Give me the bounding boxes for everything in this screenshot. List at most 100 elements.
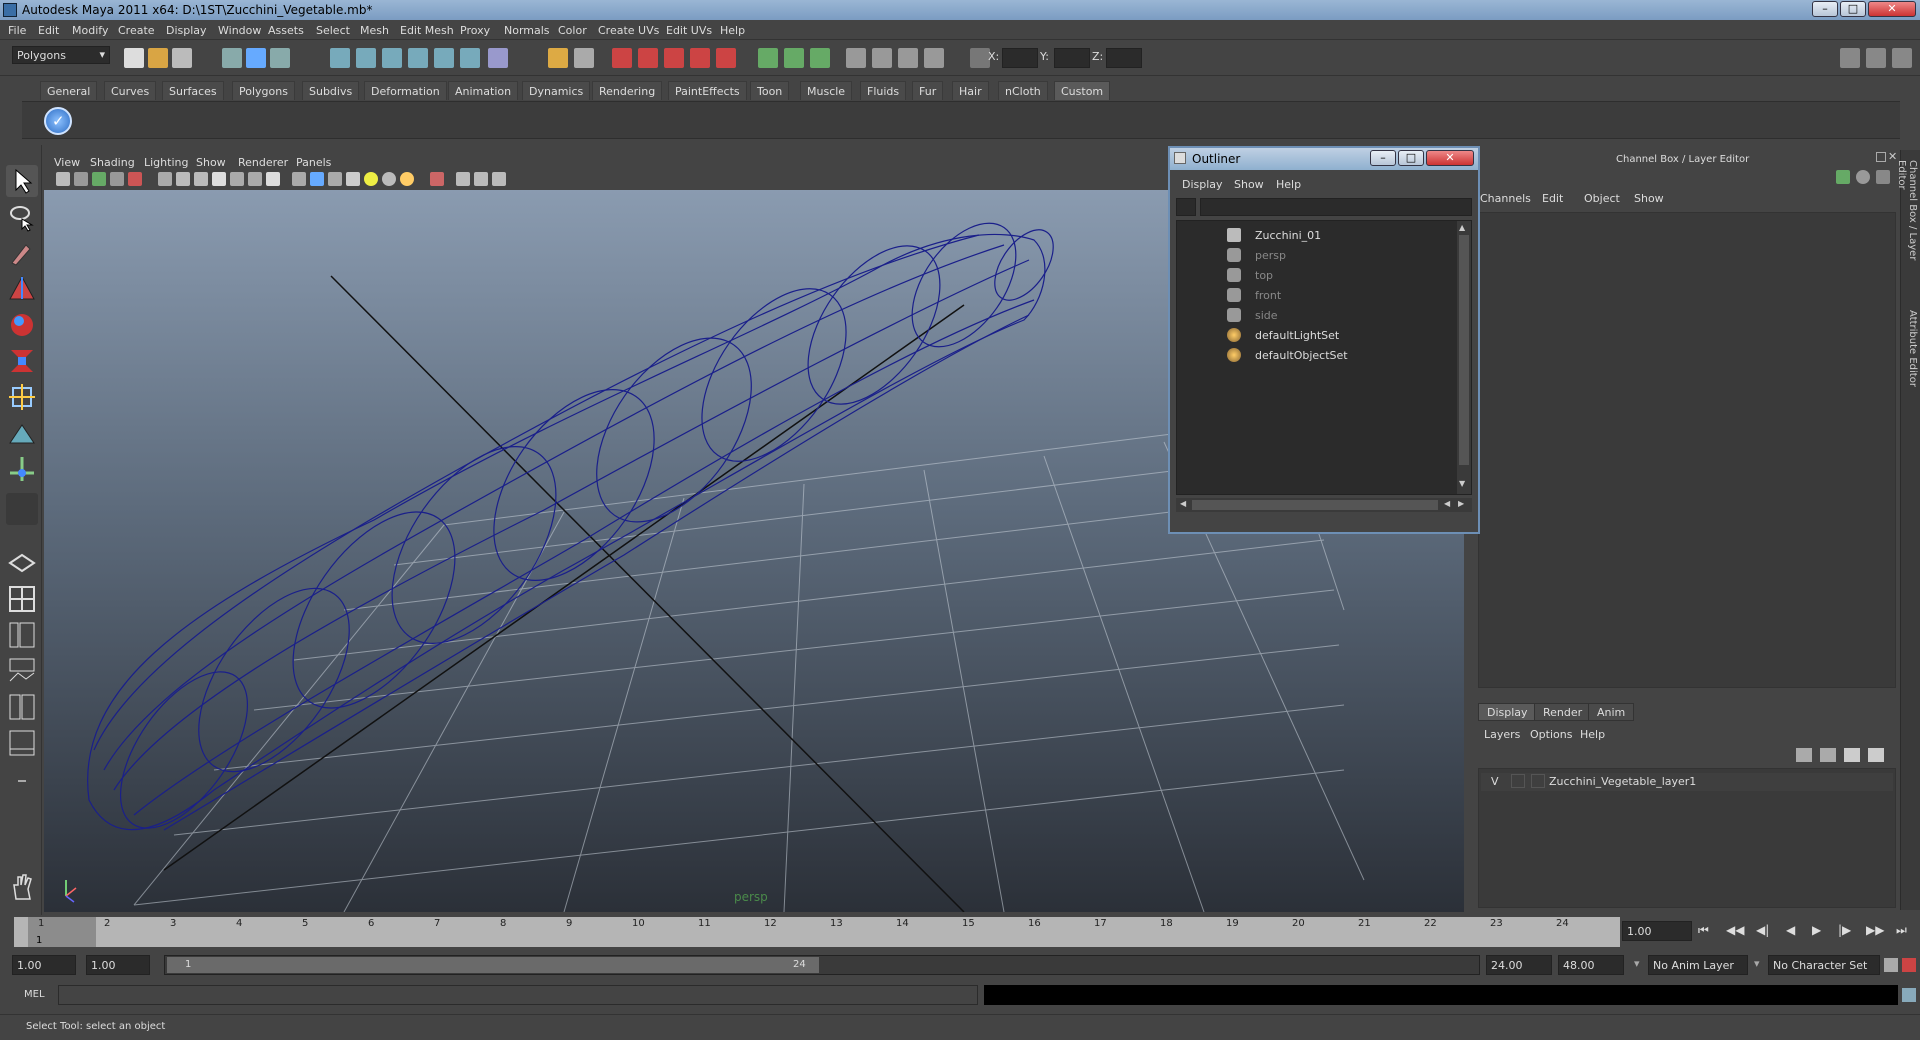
scroll-thumb[interactable] [1459,235,1469,465]
menu-create-uvs[interactable]: Create UVs [598,24,659,37]
soft-modification-tool-icon[interactable] [6,417,38,449]
maximize-button[interactable]: □ [1840,1,1866,17]
wireframe-on-shaded-icon[interactable] [328,172,342,186]
camera-select-icon[interactable] [56,172,70,186]
open-scene-icon[interactable] [148,48,168,68]
shelf-tab-surfaces[interactable]: Surfaces [162,81,224,100]
smooth-shade-icon[interactable] [310,172,324,186]
rotate-tool-icon[interactable] [6,309,38,341]
close-button[interactable]: ✕ [1868,1,1916,17]
transform-mode-icon[interactable] [970,48,990,68]
grid-icon[interactable] [158,172,172,186]
shelf-tab-curves[interactable]: Curves [104,81,157,100]
shelf-tab-polygons[interactable]: Polygons [232,81,295,100]
scale-tool-icon[interactable] [6,345,38,377]
outliner-close-button[interactable]: ✕ [1426,150,1474,166]
safe-action-icon[interactable] [248,172,262,186]
step-back-key-icon[interactable]: ◀| [1756,923,1769,937]
snap-curve-icon[interactable] [356,48,376,68]
shelf-tab-deformation[interactable]: Deformation [364,81,447,100]
shadows-icon[interactable] [400,172,414,186]
wireframe-icon[interactable] [292,172,306,186]
command-language-label[interactable]: MEL [24,989,45,1000]
shelf-tab-hair[interactable]: Hair [952,81,989,100]
render-settings-icon[interactable] [664,48,684,68]
outliner-search-field[interactable] [1200,198,1472,216]
all-lights-icon[interactable] [382,172,396,186]
menu-set-dropdown[interactable]: Polygons ▾ [12,46,110,64]
shelf-tab-muscle[interactable]: Muscle [800,81,853,100]
more-layouts-icon[interactable] [6,765,38,797]
channel-list-area[interactable] [1478,212,1896,688]
z-field[interactable] [1106,48,1142,68]
viewport-menu-show[interactable]: Show [196,156,226,169]
range-handle[interactable]: 1 24 [167,957,819,973]
layout-three-icon[interactable] [1892,48,1912,68]
xray-joints-icon[interactable] [474,172,488,186]
outliner-menu-display[interactable]: Display [1182,178,1223,191]
isolate-select-icon[interactable] [430,172,444,186]
outliner-filter-icon[interactable] [1176,198,1196,216]
default-lighting-icon[interactable] [364,172,378,186]
four-pane-layout-icon[interactable] [6,583,38,615]
help-menu[interactable]: Help [1580,728,1605,741]
layer-name[interactable]: Zucchini_Vegetable_layer1 [1549,775,1696,788]
outliner-maximize-button[interactable]: □ [1398,150,1424,166]
outliner-item-persp[interactable]: persp [1177,245,1457,265]
shelf-tab-subdivs[interactable]: Subdivs [302,81,360,100]
outliner-horizontal-scrollbar[interactable]: ◀ ◀ ▶ [1176,498,1472,512]
shelf-tab-custom[interactable]: Custom [1054,81,1111,100]
checkmark-icon[interactable]: ✓ [44,107,72,135]
last-tool-icon[interactable] [6,453,38,485]
playback-end-field[interactable]: 24.00 [1486,955,1552,975]
play-forwards-icon[interactable]: ▶ [1812,923,1821,937]
viewport-menu-panels[interactable]: Panels [296,156,331,169]
script-editor-icon[interactable] [1902,988,1916,1002]
outliner-menu-show[interactable]: Show [1234,178,1264,191]
menu-mesh[interactable]: Mesh [360,24,389,37]
outliner-item-default-light-set[interactable]: defaultLightSet [1177,325,1457,345]
help-icon[interactable] [488,48,508,68]
select-object-icon[interactable] [246,48,266,68]
show-menu[interactable]: Show [1634,192,1664,205]
side-tab-attribute-editor[interactable]: Attribute Editor [1904,310,1918,400]
viewport-menu-renderer[interactable]: Renderer [238,156,288,169]
edit-menu[interactable]: Edit [1542,192,1563,205]
image-plane-icon[interactable] [110,172,124,186]
character-set-chevron-icon[interactable]: ▾ [1754,957,1760,970]
layer-visibility-toggle[interactable]: V [1491,775,1499,788]
command-input[interactable] [58,985,978,1005]
scroll-right-icon[interactable]: ▶ [1458,499,1464,508]
outliner-item-side[interactable]: side [1177,305,1457,325]
scroll-left-icon[interactable]: ◀ [1180,499,1186,508]
layout-icon[interactable] [1840,48,1860,68]
new-scene-icon[interactable] [124,48,144,68]
snap-point-icon[interactable] [382,48,402,68]
menu-color[interactable]: Color [558,24,587,37]
time-slider[interactable]: 1 1 2 3 4 5 6 7 8 9 10 11 12 13 14 15 16… [0,915,1920,949]
display-icon[interactable] [1856,170,1870,184]
manipulator-tool-icon[interactable] [6,381,38,413]
menu-edit-uvs[interactable]: Edit UVs [666,24,712,37]
pen-icon[interactable] [1876,170,1890,184]
menu-help[interactable]: Help [720,24,745,37]
time-ruler[interactable]: 1 1 2 3 4 5 6 7 8 9 10 11 12 13 14 15 16… [14,917,1620,947]
textured-icon[interactable] [346,172,360,186]
show-hide-tool-settings-icon[interactable] [784,48,804,68]
menu-modify[interactable]: Modify [72,24,108,37]
options-menu[interactable]: Options [1530,728,1572,741]
outliner-persp-layout-icon[interactable] [6,619,38,651]
new-layer-selected-icon[interactable] [1820,748,1836,762]
menu-normals[interactable]: Normals [504,24,550,37]
go-to-end-icon[interactable]: ⏭ [1896,923,1907,938]
outliner-item-top[interactable]: top [1177,265,1457,285]
shelf-tab-general[interactable]: General [40,81,98,100]
menu-file[interactable]: File [8,24,26,37]
menu-create[interactable]: Create [118,24,155,37]
current-time-field[interactable]: 1.00 [1622,921,1692,941]
shelf-tab-dynamics[interactable]: Dynamics [522,81,591,100]
viewport-menu-view[interactable]: View [54,156,80,169]
play-backwards-icon[interactable]: ◀ [1786,923,1795,937]
channels-menu[interactable]: Channels [1480,192,1531,205]
outliner-item-zucchini[interactable]: Zucchini_01 [1177,225,1457,245]
